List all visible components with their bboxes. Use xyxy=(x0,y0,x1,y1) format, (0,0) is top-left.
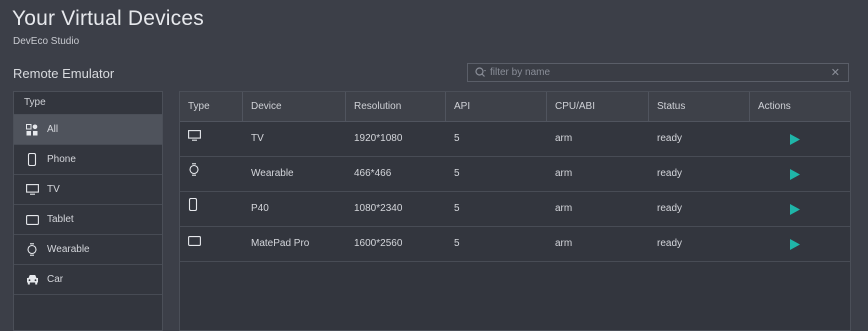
sidebar-item-label: TV xyxy=(47,184,60,195)
sidebar-item-all[interactable]: All xyxy=(14,115,162,145)
device-cell: TV xyxy=(251,133,264,144)
type-cell xyxy=(180,122,243,156)
table-row[interactable]: MatePad Pro 1600*2560 5 arm ready xyxy=(180,227,850,262)
car-icon xyxy=(25,273,39,287)
resolution-cell: 1600*2560 xyxy=(354,238,403,249)
api-cell: 5 xyxy=(454,168,460,179)
column-header-status[interactable]: Status xyxy=(649,92,750,121)
table-row[interactable]: Wearable 466*466 5 arm ready xyxy=(180,157,850,192)
api-cell: 5 xyxy=(454,133,460,144)
sidebar-item-tablet[interactable]: Tablet xyxy=(14,205,162,235)
sidebar-item-car[interactable]: Car xyxy=(14,265,162,295)
status-cell: ready xyxy=(657,168,683,179)
actions-cell xyxy=(750,157,850,191)
play-icon[interactable] xyxy=(790,203,800,215)
device-cell: P40 xyxy=(251,203,269,214)
resolution-cell: 1920*1080 xyxy=(354,133,403,144)
cpu-cell: arm xyxy=(555,238,573,249)
sidebar-item-label: All xyxy=(47,124,59,135)
type-cell xyxy=(180,192,243,226)
type-sidebar: Type All Phone TV Tablet Wearable Car xyxy=(13,91,163,331)
play-icon[interactable] xyxy=(790,168,800,180)
sidebar-item-wearable[interactable]: Wearable xyxy=(14,235,162,265)
table-header: Type Device Resolution API CPU/ABI Statu… xyxy=(180,92,850,122)
cpu-cell: arm xyxy=(555,168,573,179)
device-cell: Wearable xyxy=(251,168,294,179)
resolution-cell: 466*466 xyxy=(354,168,392,179)
sidebar-item-label: Wearable xyxy=(47,244,90,255)
tablet-icon xyxy=(188,227,201,261)
actions-cell xyxy=(750,192,850,226)
search-icon xyxy=(474,66,488,80)
sidebar-item-label: Phone xyxy=(47,154,76,165)
column-header-type[interactable]: Type xyxy=(180,92,243,121)
cpu-cell: arm xyxy=(555,203,573,214)
column-header-resolution[interactable]: Resolution xyxy=(346,92,446,121)
sidebar-header: Type xyxy=(14,92,162,115)
phone-icon xyxy=(25,153,39,167)
status-cell: ready xyxy=(657,238,683,249)
sidebar-item-label: Car xyxy=(47,274,64,285)
status-cell: ready xyxy=(657,133,683,144)
actions-cell xyxy=(750,227,850,261)
cpu-cell: arm xyxy=(555,133,573,144)
actions-cell xyxy=(750,122,850,156)
grid-icon xyxy=(25,123,39,137)
tv-icon xyxy=(188,122,201,156)
play-icon[interactable] xyxy=(790,238,800,250)
search-input[interactable] xyxy=(490,65,820,80)
type-cell xyxy=(180,227,243,261)
tv-icon xyxy=(25,183,39,197)
table-row[interactable]: TV 1920*1080 5 arm ready xyxy=(180,122,850,157)
column-header-device[interactable]: Device xyxy=(243,92,346,121)
api-cell: 5 xyxy=(454,238,460,249)
watch-icon xyxy=(25,243,39,257)
search-box[interactable]: ✕ xyxy=(467,63,849,82)
devices-table: Type Device Resolution API CPU/ABI Statu… xyxy=(179,91,851,331)
phone-icon xyxy=(188,192,198,226)
clear-icon[interactable]: ✕ xyxy=(831,66,840,79)
table-row[interactable]: P40 1080*2340 5 arm ready xyxy=(180,192,850,227)
sidebar-item-tv[interactable]: TV xyxy=(14,175,162,205)
resolution-cell: 1080*2340 xyxy=(354,203,403,214)
page-subtitle: DevEco Studio xyxy=(13,36,80,47)
type-cell xyxy=(180,157,243,191)
tablet-icon xyxy=(25,213,39,227)
page-title: Your Virtual Devices xyxy=(12,7,204,30)
device-cell: MatePad Pro xyxy=(251,238,310,249)
watch-icon xyxy=(188,157,200,191)
sidebar-item-label: Tablet xyxy=(47,214,74,225)
section-title: Remote Emulator xyxy=(13,66,115,81)
column-header-cpu[interactable]: CPU/ABI xyxy=(547,92,649,121)
column-header-api[interactable]: API xyxy=(446,92,547,121)
status-cell: ready xyxy=(657,203,683,214)
sidebar-item-phone[interactable]: Phone xyxy=(14,145,162,175)
api-cell: 5 xyxy=(454,203,460,214)
play-icon[interactable] xyxy=(790,133,800,145)
column-header-actions: Actions xyxy=(758,101,791,112)
